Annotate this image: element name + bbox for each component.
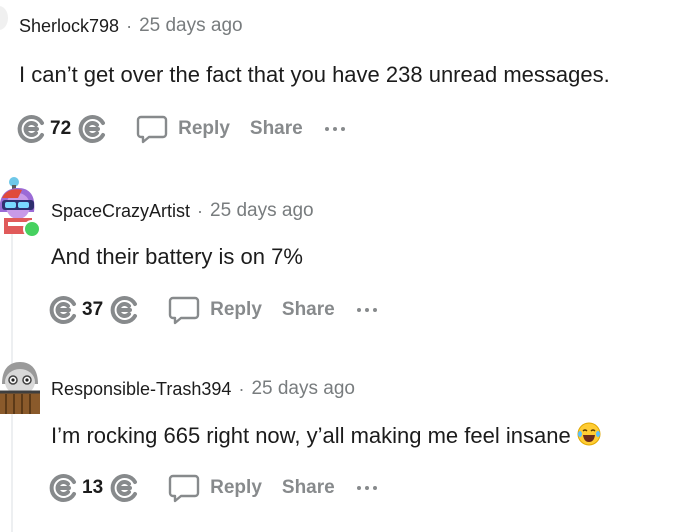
dot-icon <box>356 486 361 490</box>
reply-label: Reply <box>178 118 230 139</box>
dot-icon <box>364 308 369 312</box>
vote-score: 37 <box>82 299 104 320</box>
upvote-icon <box>49 474 76 502</box>
downvote-icon <box>110 296 138 324</box>
upvote-button[interactable] <box>14 112 48 146</box>
share-button[interactable]: Share <box>282 299 335 321</box>
comment-meta: Responsible-Trash394 · 25 days ago <box>51 378 355 400</box>
comment-meta: Sherlock798 · 25 days ago <box>19 15 243 37</box>
timestamp[interactable]: 25 days ago <box>210 200 314 222</box>
comment-actions: 13 Reply Share <box>46 471 377 505</box>
username[interactable]: Sherlock798 <box>19 16 119 37</box>
dot-icon <box>364 486 369 490</box>
comment-icon <box>136 115 168 144</box>
comment-body-text: I’m rocking 665 right now, y’all making … <box>51 423 571 448</box>
downvote-icon <box>78 115 106 143</box>
separator: · <box>238 378 245 399</box>
upvote-button[interactable] <box>46 293 80 327</box>
avatar[interactable] <box>0 356 44 416</box>
dot-icon <box>324 127 329 131</box>
reply-button[interactable]: Reply <box>167 295 262 325</box>
more-options-button[interactable] <box>324 119 345 139</box>
reply-button[interactable]: Reply <box>135 114 230 144</box>
separator: · <box>126 15 133 36</box>
share-button[interactable]: Share <box>282 477 335 499</box>
timestamp[interactable]: 25 days ago <box>251 378 355 400</box>
dot-icon <box>332 127 337 131</box>
downvote-button[interactable] <box>75 112 109 146</box>
username[interactable]: Responsible-Trash394 <box>51 379 231 400</box>
reply-button[interactable]: Reply <box>167 473 262 503</box>
comment-body: I can’t get over the fact that you have … <box>19 62 610 87</box>
comment-body: And their battery is on 7% <box>51 244 303 269</box>
comment-body: I’m rocking 665 right now, y’all making … <box>51 422 601 449</box>
upvote-icon <box>17 115 44 143</box>
dot-icon <box>372 308 377 312</box>
upvote-icon <box>49 296 76 324</box>
reply-label: Reply <box>210 477 262 498</box>
dot-icon <box>356 308 361 312</box>
separator: · <box>197 200 204 221</box>
comment-icon <box>168 474 200 503</box>
online-status-icon <box>23 220 41 238</box>
upvote-button[interactable] <box>46 471 80 505</box>
comment-icon <box>168 296 200 325</box>
downvote-icon <box>110 474 138 502</box>
downvote-button[interactable] <box>107 471 141 505</box>
more-options-button[interactable] <box>356 300 377 320</box>
downvote-button[interactable] <box>107 293 141 327</box>
reply-label: Reply <box>210 299 262 320</box>
username[interactable]: SpaceCrazyArtist <box>51 201 190 222</box>
more-options-button[interactable] <box>356 478 377 498</box>
vote-score: 72 <box>50 118 72 139</box>
avatar[interactable] <box>0 6 8 30</box>
share-button[interactable]: Share <box>250 118 303 140</box>
laughing-tears-emoji-icon <box>577 422 601 446</box>
vote-score: 13 <box>82 477 104 498</box>
timestamp[interactable]: 25 days ago <box>139 15 243 37</box>
dot-icon <box>372 486 377 490</box>
dot-icon <box>340 127 345 131</box>
comment-actions: 37 Reply Share <box>46 293 377 327</box>
comment-meta: SpaceCrazyArtist · 25 days ago <box>51 200 314 222</box>
comment-actions: 72 Reply Share <box>14 112 345 146</box>
